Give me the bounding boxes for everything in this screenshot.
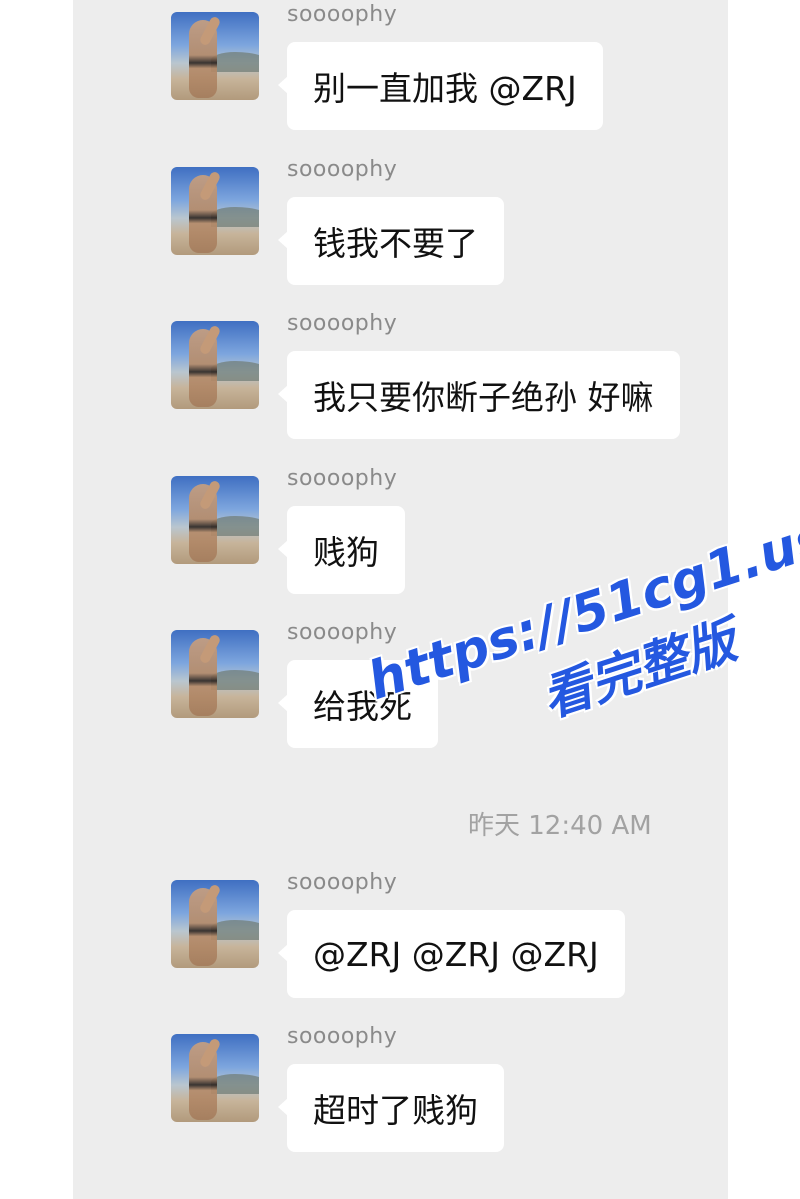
message-bubble[interactable]: 我只要你断子绝孙 好嘛: [278, 351, 680, 439]
message-bubble[interactable]: 钱我不要了: [278, 197, 504, 285]
message-bubble[interactable]: 给我死: [278, 660, 438, 748]
sender-name: soooophy: [287, 2, 398, 27]
message-bubble[interactable]: 别一直加我 @ZRJ: [278, 42, 603, 130]
avatar[interactable]: [171, 476, 259, 564]
sender-name: soooophy: [287, 1024, 398, 1049]
message-bubble[interactable]: @ZRJ @ZRJ @ZRJ: [278, 910, 625, 998]
timestamp: 昨天 12:40 AM: [468, 811, 652, 841]
message-bubble[interactable]: 贱狗: [278, 506, 405, 594]
sender-name: soooophy: [287, 466, 398, 491]
sender-name: soooophy: [287, 870, 398, 895]
avatar[interactable]: [171, 630, 259, 718]
avatar[interactable]: [171, 1034, 259, 1122]
sender-name: soooophy: [287, 157, 398, 182]
sender-name: soooophy: [287, 620, 398, 645]
avatar[interactable]: [171, 321, 259, 409]
avatar[interactable]: [171, 167, 259, 255]
message-bubble[interactable]: 超时了贱狗: [278, 1064, 504, 1152]
avatar[interactable]: [171, 880, 259, 968]
avatar[interactable]: [171, 12, 259, 100]
sender-name: soooophy: [287, 311, 398, 336]
chat-area: soooophy 别一直加我 @ZRJ soooophy 钱我不要了 soooo…: [73, 0, 728, 1199]
